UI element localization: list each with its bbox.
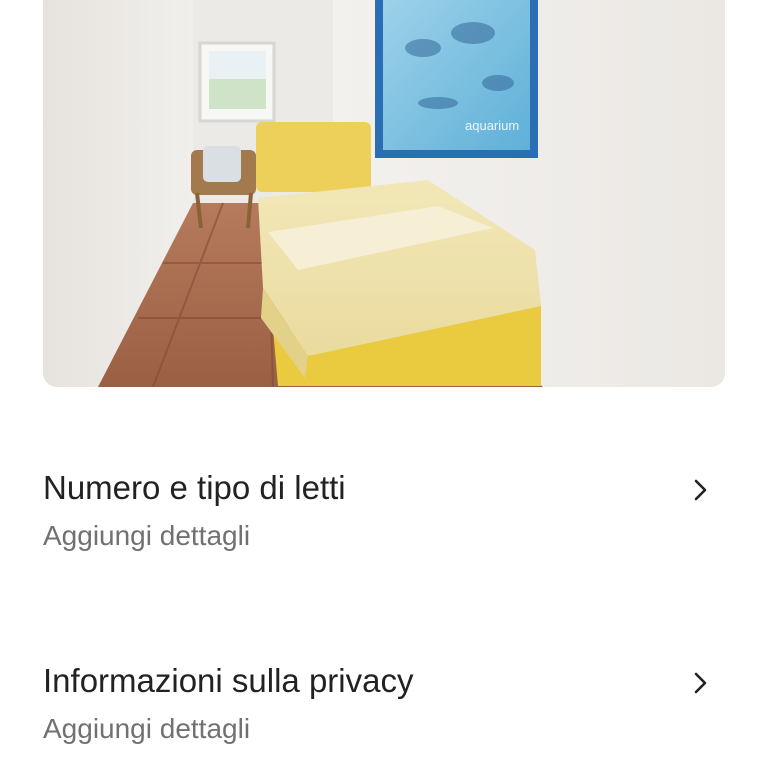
chevron-right-icon[interactable]: [689, 478, 713, 502]
beds-row-title: Numero e tipo di letti: [43, 469, 346, 506]
beds-row-subtitle: Aggiungi dettagli: [43, 520, 251, 551]
room-photo[interactable]: aquarium: [43, 0, 725, 387]
privacy-row-title: Informazioni sulla privacy: [43, 662, 414, 699]
listing-room-page: aquarium Numero e tipo di letti Aggiungi…: [0, 0, 768, 768]
poster-caption: aquarium: [465, 118, 519, 133]
beds-row[interactable]: Numero e tipo di letti Aggiungi dettagli: [43, 464, 725, 560]
privacy-row-subtitle: Aggiungi dettagli: [43, 713, 251, 744]
chevron-right-icon[interactable]: [689, 671, 713, 695]
privacy-row[interactable]: Informazioni sulla privacy Aggiungi dett…: [43, 657, 725, 753]
